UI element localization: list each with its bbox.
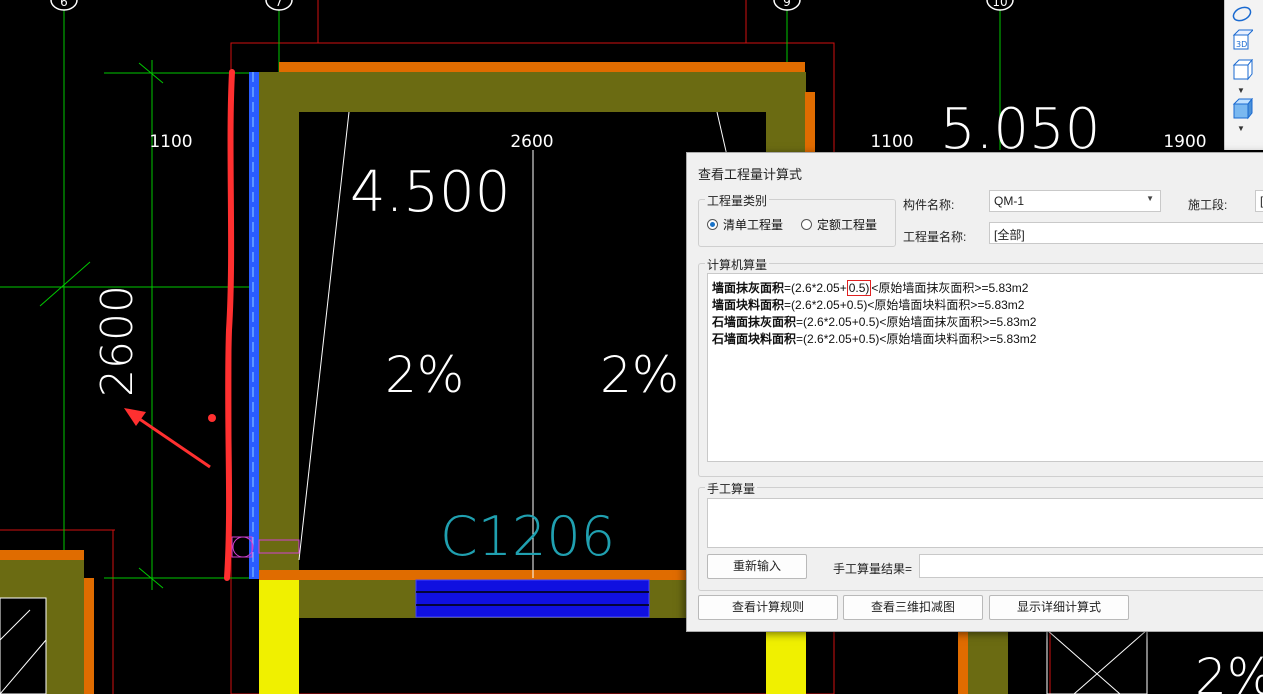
quantity-name-value: [全部]	[994, 228, 1025, 242]
manual-calc-label: 手工算量	[705, 480, 758, 497]
radio-bill-quantity[interactable]: 清单工程量	[707, 216, 783, 233]
stage-select[interactable]: [	[1255, 190, 1263, 212]
quantity-name-select[interactable]: [全部]	[989, 222, 1263, 244]
dim-2600-vertical: 2600	[92, 285, 143, 397]
radio-quota-quantity[interactable]: 定额工程量	[801, 216, 877, 233]
highlight-box: 0.5)	[846, 280, 872, 296]
view-rules-button[interactable]: 查看计算规则	[698, 595, 838, 620]
formula-line-1: 墙面抹灰面积=(2.6*2.05+ 0.5) <原始墙面抹灰面积>=5.83m2	[712, 280, 1029, 296]
slope-label-1: 2%	[385, 346, 464, 404]
category-group: 工程量类别 清单工程量 定额工程量	[698, 192, 896, 247]
stage-label: 施工段:	[1188, 198, 1228, 212]
view-3d-deduction-button[interactable]: 查看三维扣减图	[843, 595, 983, 620]
elevation-4500: 4.500	[350, 160, 510, 225]
quantity-name-label: 工程量名称:	[903, 230, 967, 244]
window-c1206[interactable]	[415, 579, 650, 618]
view-toolbar: 3D ▼ ▼	[1224, 0, 1263, 150]
box-icon[interactable]	[1231, 58, 1254, 81]
radio-quota-label: 定额工程量	[817, 218, 878, 232]
dim-1100-left: 1100	[149, 132, 192, 152]
chevron-down-icon[interactable]: ▼	[1237, 86, 1245, 95]
component-label: 构件名称:	[903, 198, 955, 212]
axis-label-9: 9	[783, 0, 791, 9]
category-group-label: 工程量类别	[705, 192, 770, 209]
formula-line-4: 石墙面块料面积=(2.6*2.05+0.5)<原始墙面块料面积>=5.83m2	[712, 332, 1037, 346]
axis-label-10: 10	[992, 0, 1007, 9]
axis-label-6: 6	[60, 0, 68, 9]
slope-label-2: 2%	[600, 346, 679, 404]
3d-view-icon[interactable]: 3D	[1231, 29, 1255, 51]
orbit-icon[interactable]	[1231, 3, 1253, 25]
computer-calc-label: 计算机算量	[705, 256, 770, 273]
radio-unchecked-icon	[801, 219, 812, 230]
dim-2600-top: 2600	[510, 132, 553, 152]
computer-calc-text[interactable]: 墙面抹灰面积=(2.6*2.05+ 0.5) <原始墙面抹灰面积>=5.83m2 墙…	[707, 273, 1263, 462]
selected-wall-face[interactable]	[249, 72, 259, 579]
slope-label-3: 2%	[1195, 648, 1263, 694]
dim-1900: 1900	[1163, 132, 1206, 152]
box-shaded-icon[interactable]	[1231, 97, 1254, 120]
radio-checked-icon	[707, 219, 718, 230]
chevron-down-icon[interactable]: ▼	[1237, 124, 1245, 133]
reenter-button[interactable]: 重新输入	[707, 554, 807, 579]
axis-label-7: 7	[275, 0, 283, 9]
formula-line-3: 石墙面抹灰面积=(2.6*2.05+0.5)<原始墙面抹灰面积>=5.83m2	[712, 315, 1037, 329]
window-label: C1206	[440, 505, 615, 568]
dialog-title: 查看工程量计算式	[698, 167, 803, 182]
dropdown-arrow-icon: ▼	[1146, 194, 1154, 203]
quantity-formula-dialog: 查看工程量计算式 工程量类别 清单工程量 定额工程量 构件名称: QM-1 ▼ …	[686, 152, 1263, 632]
manual-calc-input[interactable]	[707, 498, 1263, 548]
svg-text:3D: 3D	[1236, 40, 1247, 49]
manual-result-field[interactable]	[919, 554, 1263, 578]
radio-bill-label: 清单工程量	[723, 218, 784, 232]
dim-1100-right: 1100	[870, 132, 913, 152]
manual-result-label: 手工算量结果=	[833, 562, 913, 576]
formula-line-2: 墙面块料面积=(2.6*2.05+0.5)<原始墙面块料面积>=5.83m2	[712, 298, 1025, 312]
show-detail-formula-button[interactable]: 显示详细计算式	[989, 595, 1129, 620]
component-select[interactable]: QM-1 ▼	[989, 190, 1161, 212]
component-value: QM-1	[994, 194, 1024, 208]
